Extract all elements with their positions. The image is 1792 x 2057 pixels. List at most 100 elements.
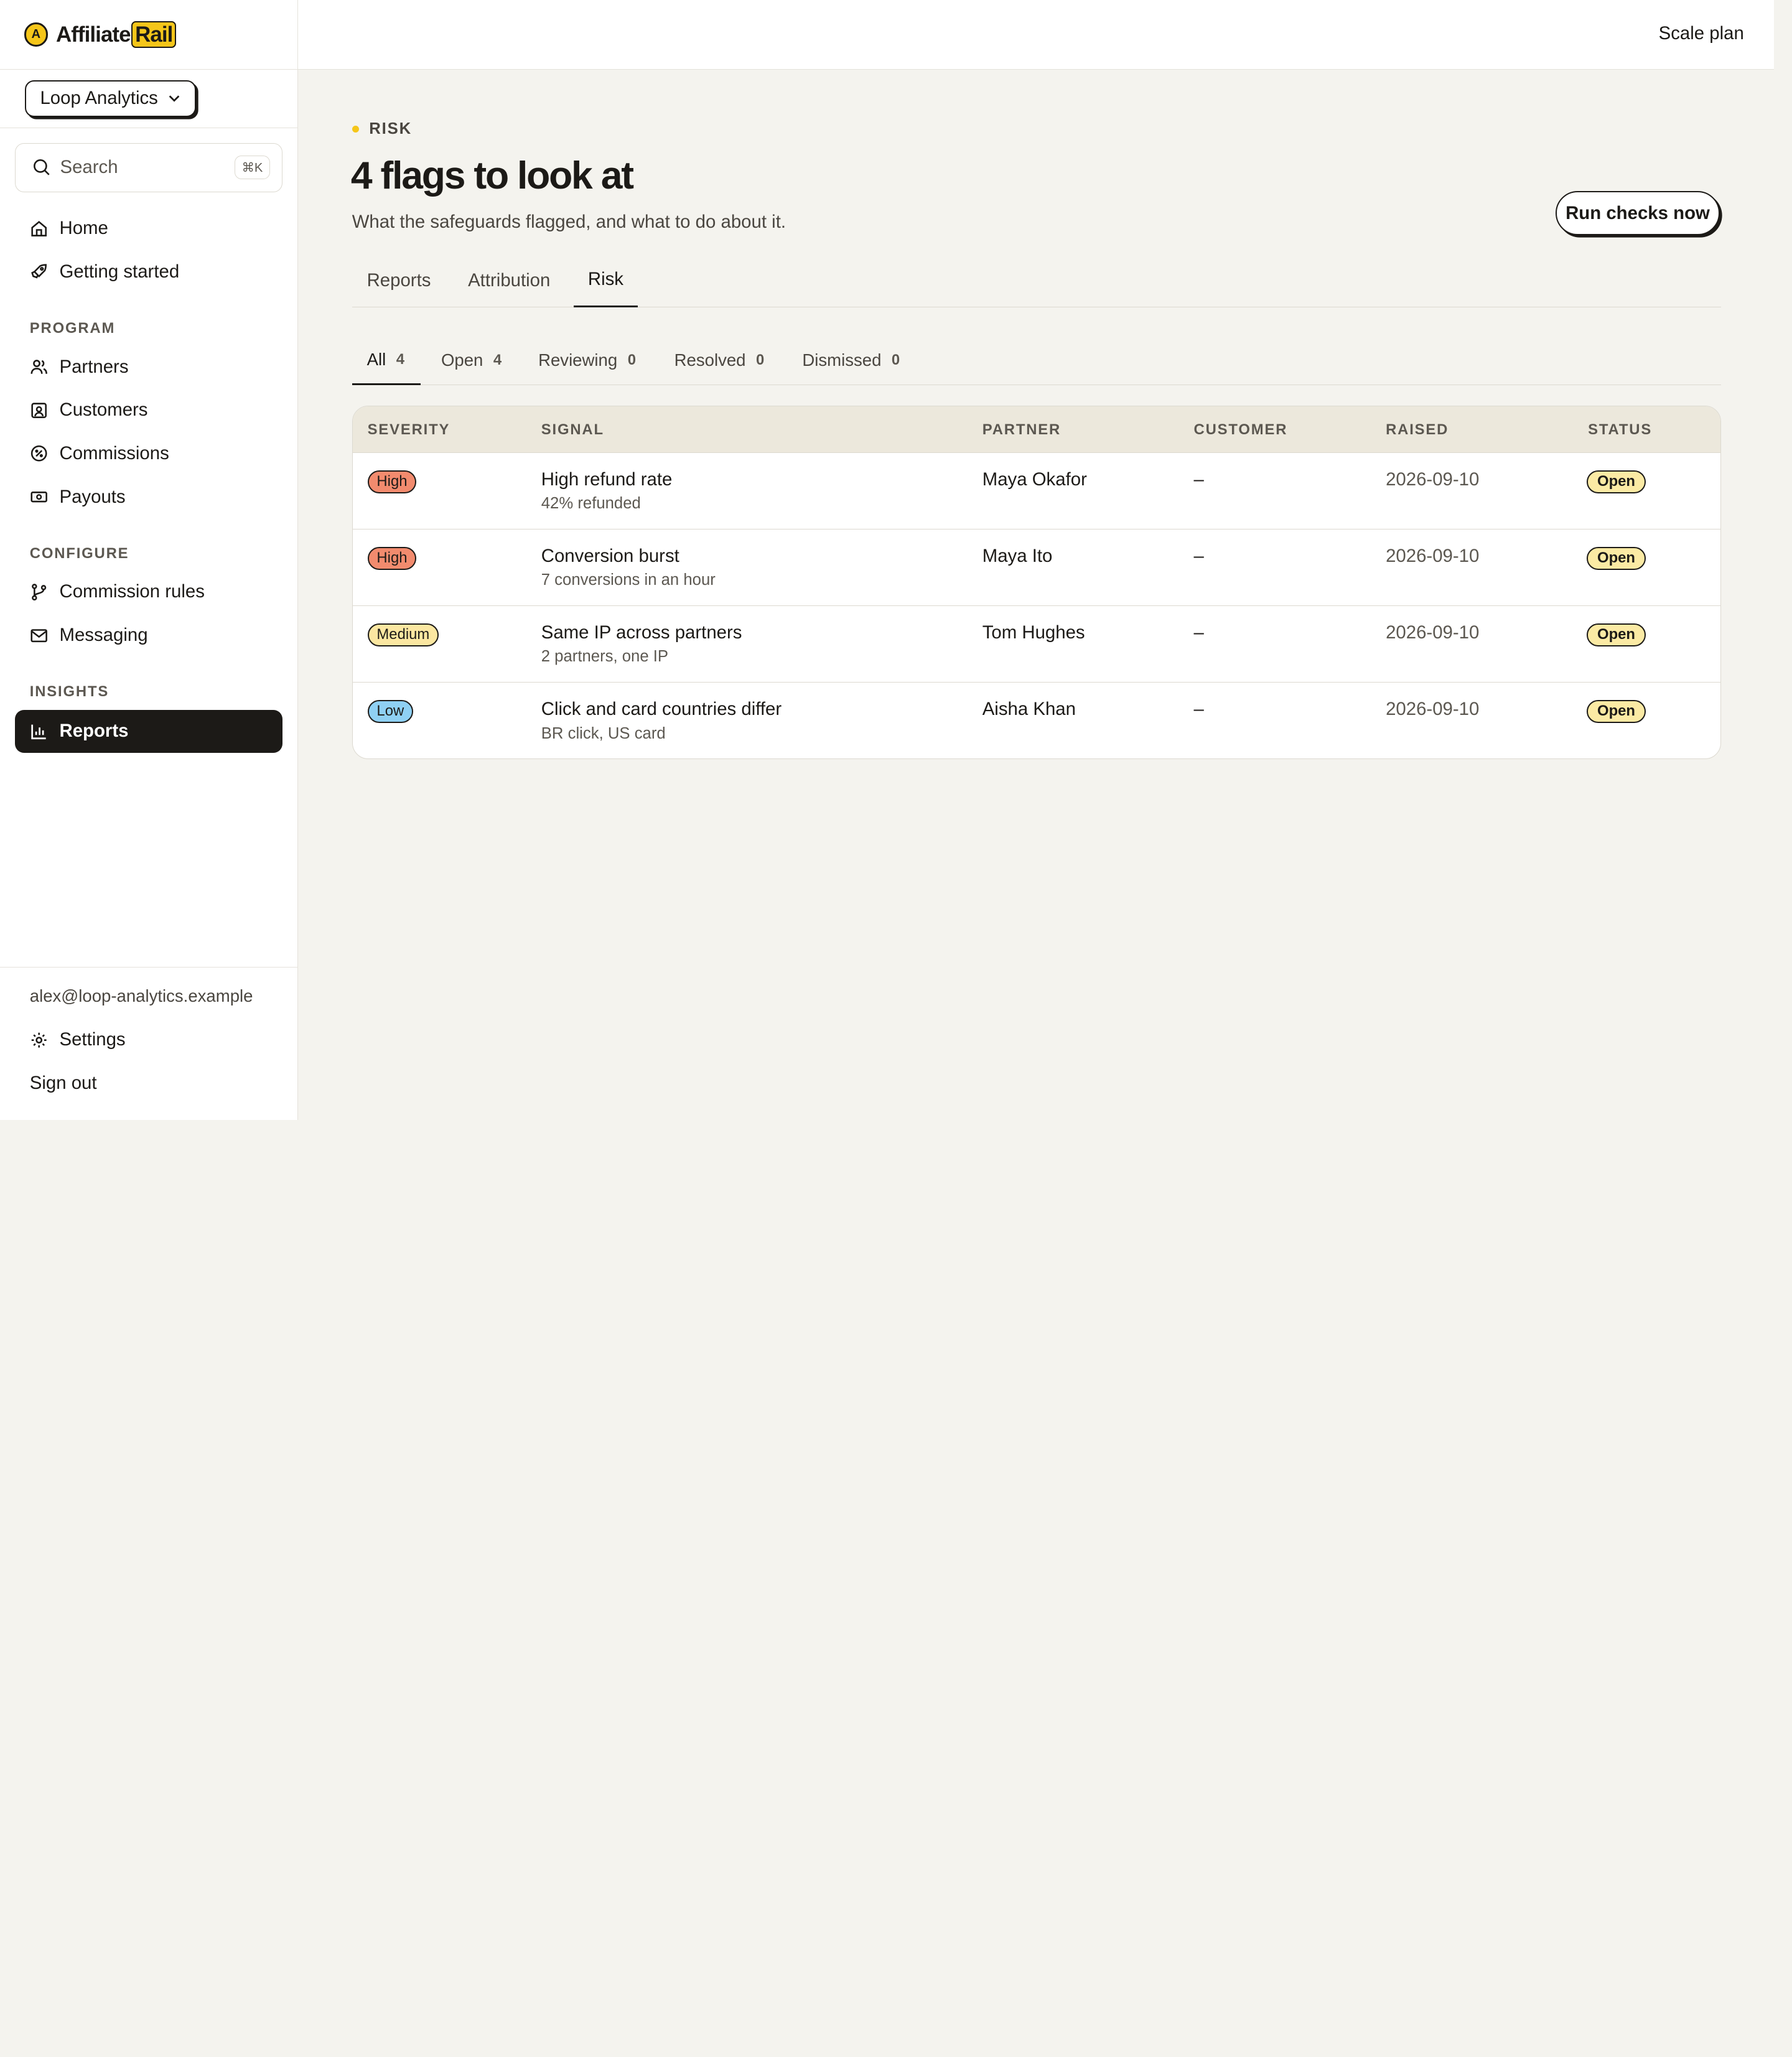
table-row[interactable]: High Conversion burst 7 conversions in a… [352,529,1721,607]
filter-dismissed[interactable]: Dismissed 0 [802,336,900,385]
sidebar-item-getting-started[interactable]: Getting started [15,250,282,294]
status-badge: Open [1587,470,1646,493]
filter-open[interactable]: Open 4 [441,336,502,385]
sidebar-item-label: Customers [59,399,148,421]
sign-out-label: Sign out [29,1073,97,1094]
raised-date: 2026-09-10 [1386,546,1480,567]
sidebar-item-label: Messaging [59,625,148,646]
column-header-severity[interactable]: SEVERITY [368,421,450,439]
sidebar-item-label: Getting started [59,261,180,282]
org-switcher-button[interactable]: Loop Analytics [25,80,196,117]
tab-reports[interactable]: Reports [352,254,446,307]
filter-reviewing[interactable]: Reviewing 0 [538,336,636,385]
user-email: alex@loop-analytics.example [29,986,253,1006]
column-header-status[interactable]: STATUS [1588,421,1652,439]
filter-label: Dismissed [802,350,882,370]
filter-all[interactable]: All 4 [352,336,421,385]
sidebar-item-settings[interactable]: Settings [15,1018,282,1061]
signal-detail: 7 conversions in an hour [541,571,716,589]
sidebar-item-reports[interactable]: Reports [14,709,282,753]
plan-link[interactable]: Scale plan [1659,23,1744,44]
partner-name[interactable]: Aisha Khan [982,699,1076,720]
risk-flags-table: SEVERITY SIGNAL PARTNER CUSTOMER RAISED … [352,406,1722,759]
signal-title: Click and card countries differ [541,699,782,720]
top-bar: Scale plan [298,0,1774,70]
severity-badge-high: High [367,546,417,570]
filter-label: Open [441,350,483,370]
users-icon [30,360,47,374]
contact-icon [31,403,47,418]
org-switcher-label: Loop Analytics [40,88,158,109]
page-tabs: Reports Attribution Risk [352,254,1722,308]
status-filters: All 4 Open 4 Reviewing 0 Resolved 0 Dism… [352,336,1722,385]
sidebar-item-partners[interactable]: Partners [15,345,282,389]
severity-badge-low: Low [367,700,414,723]
sidebar-item-customers[interactable]: Customers [15,388,282,432]
brand-name-suffix: Rail [131,21,177,48]
sign-out-link[interactable]: Sign out [15,1061,282,1105]
signal-title: Conversion burst [541,546,679,567]
sidebar-section-program: PROGRAM [29,320,116,337]
status-badge: Open [1587,546,1646,570]
search-icon [33,159,50,176]
sidebar-item-commission-rules[interactable]: Commission rules [15,571,282,614]
tab-attribution[interactable]: Attribution [456,254,562,307]
page-eyebrow: RISK [352,120,412,138]
page-title: 4 flags to look at [350,154,634,198]
table-header: SEVERITY SIGNAL PARTNER CUSTOMER RAISED … [352,406,1721,454]
table-row[interactable]: Medium Same IP across partners 2 partner… [352,606,1721,683]
sidebar-item-label: Commissions [59,443,169,464]
status-badge: Open [1587,700,1646,723]
filter-resolved[interactable]: Resolved 0 [674,336,765,385]
partner-name[interactable]: Maya Ito [982,546,1053,567]
brand-logo[interactable]: A Affiliate Rail [0,0,298,70]
filter-count: 4 [493,352,502,369]
signal-detail: 2 partners, one IP [541,648,669,666]
signal-cell: Conversion burst 7 conversions in an hou… [541,546,716,589]
partner-name[interactable]: Maya Okafor [982,469,1087,490]
customer-value: – [1193,469,1204,490]
filter-label: All [366,349,386,369]
signal-title: High refund rate [541,469,673,490]
table-row[interactable]: High High refund rate 42% refunded Maya … [352,453,1721,530]
search-placeholder: Search [60,157,118,178]
filter-count: 0 [756,352,765,369]
sidebar-item-payouts[interactable]: Payouts [15,475,282,519]
run-checks-button[interactable]: Run checks now [1555,190,1720,236]
page-eyebrow-label: RISK [369,119,412,138]
sidebar-item-label: Home [59,218,108,239]
sidebar-item-label: Settings [59,1029,126,1050]
partner-name[interactable]: Tom Hughes [982,622,1085,643]
brand-name-prefix: Affiliate [55,22,131,47]
column-header-partner[interactable]: PARTNER [982,421,1061,439]
sidebar-item-commissions[interactable]: Commissions [15,432,282,475]
customer-value: – [1193,699,1204,720]
column-header-signal[interactable]: SIGNAL [541,421,604,439]
filter-count: 0 [891,352,900,369]
signal-title: Same IP across partners [541,622,742,643]
sidebar-item-home[interactable]: Home [15,207,282,250]
branch-icon [31,583,47,600]
search-input[interactable]: Search ⌘K [14,142,282,192]
tab-risk[interactable]: Risk [574,254,638,308]
filter-count: 0 [627,352,636,369]
status-badge: Open [1587,623,1646,646]
table-row[interactable]: Low Click and card countries differ BR c… [353,683,1720,758]
page-subtitle: What the safeguards flagged, and what to… [352,211,786,232]
chevron-down-icon [169,95,179,102]
column-header-customer[interactable]: CUSTOMER [1194,421,1288,439]
raised-date: 2026-09-10 [1386,469,1480,490]
filter-label: Reviewing [538,350,618,370]
signal-cell: Click and card countries differ BR click… [541,699,782,742]
sidebar-item-label: Commission rules [59,581,205,602]
brand-mark-icon: A [24,22,49,47]
sidebar-item-messaging[interactable]: Messaging [15,613,282,657]
gear-icon [31,1032,47,1048]
signal-cell: High refund rate 42% refunded [541,469,673,513]
severity-badge-medium: Medium [367,623,439,646]
bar-chart-icon [31,724,46,739]
sidebar: A Affiliate Rail Loop Analytics Search ⌘K… [0,0,299,1120]
sidebar-section-insights: INSIGHTS [29,683,110,701]
column-header-raised[interactable]: RAISED [1386,421,1449,439]
banknote-icon [30,492,47,503]
